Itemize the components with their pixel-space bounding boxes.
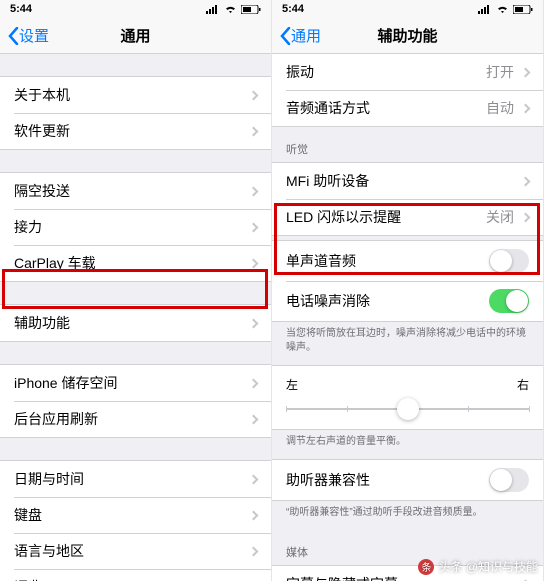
phone-left-general: 5:44 设置 通用 关于本机 软件更新 隔空投送 接力 CarPlay 车载 …: [0, 0, 272, 581]
back-label: 通用: [291, 25, 321, 46]
cell-carplay[interactable]: CarPlay 车载: [0, 245, 271, 281]
cell-airdrop[interactable]: 隔空投送: [0, 173, 271, 209]
note-compat: “助听器兼容性”通过助听手段改进音频质量。: [272, 501, 543, 530]
cell-audio-call[interactable]: 音频通话方式自动: [272, 90, 543, 126]
section-hearing: 听觉: [272, 127, 543, 162]
cell-dictionary[interactable]: 词典: [0, 569, 271, 581]
status-time: 5:44: [10, 3, 32, 15]
watermark-logo-icon: 条: [418, 559, 434, 575]
toggle-hearing-compat[interactable]: [489, 468, 529, 492]
chevron-icon: [249, 186, 259, 196]
slider-knob[interactable]: [397, 398, 419, 420]
cell-software-update[interactable]: 软件更新: [0, 113, 271, 149]
chevron-icon: [249, 414, 259, 424]
cell-led-flash[interactable]: LED 闪烁以示提醒关闭: [272, 199, 543, 235]
chevron-icon: [521, 212, 531, 222]
cell-about[interactable]: 关于本机: [0, 77, 271, 113]
phone-right-accessibility: 5:44 通用 辅助功能 振动打开 音频通话方式自动 听觉 MFi 助听设备 L…: [272, 0, 544, 581]
chevron-icon: [249, 474, 259, 484]
nav-bar: 通用 辅助功能: [272, 18, 543, 54]
cell-background-refresh[interactable]: 后台应用刷新: [0, 401, 271, 437]
cell-mfi[interactable]: MFi 助听设备: [272, 163, 543, 199]
cell-mono-audio[interactable]: 单声道音频: [272, 241, 543, 281]
chevron-icon: [249, 258, 259, 268]
cell-language[interactable]: 语言与地区: [0, 533, 271, 569]
watermark: 条 头条 @知识与技能: [418, 558, 538, 575]
chevron-icon: [521, 176, 531, 186]
cell-vibration[interactable]: 振动打开: [272, 54, 543, 90]
status-time: 5:44: [282, 3, 304, 15]
cell-hearing-compat[interactable]: 助听器兼容性: [272, 460, 543, 500]
cell-keyboard[interactable]: 键盘: [0, 497, 271, 533]
cell-accessibility[interactable]: 辅助功能: [0, 305, 271, 341]
slider-right-label: 右: [517, 376, 529, 393]
toggle-noise-cancel[interactable]: [489, 289, 529, 313]
chevron-icon: [521, 103, 531, 113]
note-slider: 调节左右声道的音量平衡。: [272, 430, 543, 459]
note-noise: 当您将听筒放在耳边时，噪声消除将减少电话中的环境噪声。: [272, 322, 543, 365]
back-button[interactable]: 通用: [280, 25, 321, 46]
cell-noise-cancel[interactable]: 电话噪声消除: [272, 281, 543, 321]
chevron-icon: [521, 67, 531, 77]
chevron-icon: [249, 510, 259, 520]
chevron-icon: [249, 126, 259, 136]
cell-handoff[interactable]: 接力: [0, 209, 271, 245]
back-button[interactable]: 设置: [8, 25, 49, 46]
balance-slider-row: 左 右: [272, 365, 543, 430]
accessibility-list[interactable]: 振动打开 音频通话方式自动 听觉 MFi 助听设备 LED 闪烁以示提醒关闭 单…: [272, 54, 543, 581]
status-icons: [206, 5, 261, 14]
watermark-text: 头条 @知识与技能: [438, 558, 538, 575]
toggle-mono-audio[interactable]: [489, 249, 529, 273]
chevron-icon: [249, 378, 259, 388]
status-icons: [478, 5, 533, 14]
status-bar: 5:44: [272, 0, 543, 18]
status-bar: 5:44: [0, 0, 271, 18]
cell-datetime[interactable]: 日期与时间: [0, 461, 271, 497]
slider-left-label: 左: [286, 376, 298, 393]
chevron-icon: [249, 90, 259, 100]
nav-bar: 设置 通用: [0, 18, 271, 54]
settings-list[interactable]: 关于本机 软件更新 隔空投送 接力 CarPlay 车载 辅助功能 iPhone…: [0, 54, 271, 581]
balance-slider[interactable]: [286, 399, 529, 419]
chevron-icon: [249, 222, 259, 232]
back-label: 设置: [19, 25, 49, 46]
chevron-icon: [249, 318, 259, 328]
chevron-icon: [249, 546, 259, 556]
cell-storage[interactable]: iPhone 储存空间: [0, 365, 271, 401]
